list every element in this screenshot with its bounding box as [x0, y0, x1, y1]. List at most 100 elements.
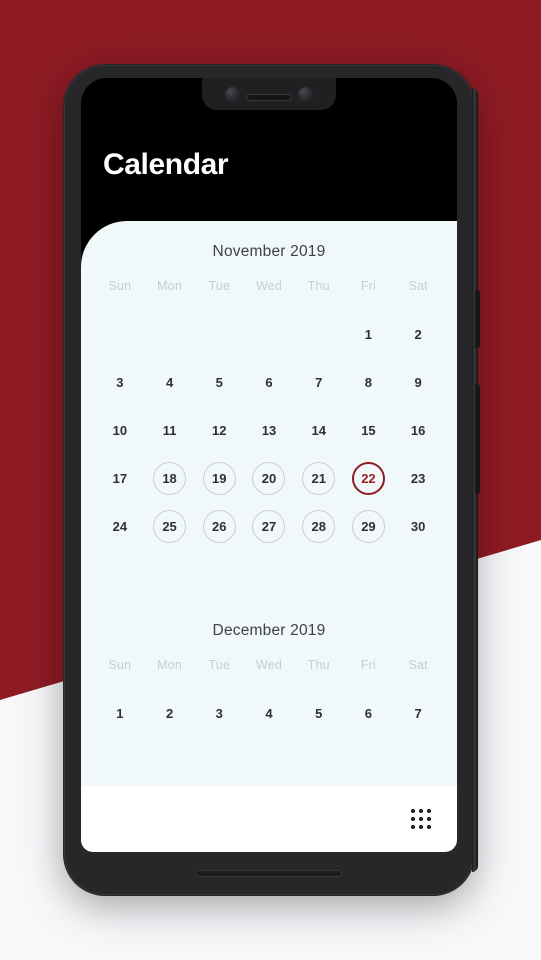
day-number[interactable]: 3	[103, 366, 136, 399]
day-number[interactable]: 29	[351, 509, 385, 543]
bottom-bar	[81, 786, 457, 852]
day-number[interactable]: 9	[402, 366, 435, 399]
day-number[interactable]: 23	[402, 462, 435, 495]
day-number[interactable]: 17	[103, 462, 136, 495]
day-cell[interactable]: 25	[145, 502, 195, 550]
weekday-header-fri: Fri	[360, 279, 377, 293]
month-title: December 2019	[212, 622, 326, 639]
day-cell[interactable]: 23	[393, 454, 443, 502]
day-number[interactable]: 25	[153, 509, 187, 543]
weekday-header-sat: Sat	[408, 658, 428, 672]
day-number[interactable]: 26	[202, 509, 236, 543]
day-number[interactable]: 19	[202, 461, 236, 495]
day-cell[interactable]: 3	[194, 689, 244, 737]
bottom-speaker-grille	[196, 870, 342, 877]
day-number[interactable]: 10	[103, 414, 136, 447]
phone-notch	[202, 78, 336, 110]
day-cell[interactable]: 2	[393, 310, 443, 358]
day-number[interactable]: 7	[302, 366, 335, 399]
day-cell[interactable]: 7	[294, 358, 344, 406]
day-cell[interactable]: 28	[294, 502, 344, 550]
day-number[interactable]: 1	[103, 697, 136, 730]
camera-icon	[298, 86, 313, 102]
day-number[interactable]: 20	[252, 461, 286, 495]
day-number[interactable]: 11	[153, 414, 186, 447]
month-block: November 2019 Sun Mon Tue Wed Thu Fri Sat 1 2 3 4 5 6…	[81, 243, 457, 550]
day-cell[interactable]: 26	[194, 502, 244, 550]
day-cell[interactable]: 4	[244, 689, 294, 737]
day-number[interactable]: 2	[402, 318, 435, 351]
day-cell-empty	[145, 310, 195, 358]
day-number[interactable]: 24	[103, 510, 136, 543]
volume-button[interactable]	[475, 384, 480, 494]
weekday-header-tue: Tue	[208, 279, 231, 293]
month-title: November 2019	[212, 243, 326, 260]
day-cell[interactable]: 24	[95, 502, 145, 550]
day-cell-empty	[294, 310, 344, 358]
day-cell[interactable]: 13	[244, 406, 294, 454]
day-number[interactable]: 6	[252, 366, 285, 399]
day-cell[interactable]: 6	[244, 358, 294, 406]
day-cell[interactable]: 16	[393, 406, 443, 454]
day-cell[interactable]: 5	[294, 689, 344, 737]
day-number[interactable]: 5	[302, 697, 335, 730]
day-cell[interactable]: 12	[194, 406, 244, 454]
day-number[interactable]: 1	[352, 318, 385, 351]
day-cell[interactable]: 9	[393, 358, 443, 406]
day-cell[interactable]: 6	[344, 689, 394, 737]
day-cell[interactable]: 18	[145, 454, 195, 502]
day-number[interactable]: 5	[203, 366, 236, 399]
weekday-header-wed: Wed	[255, 279, 283, 293]
day-cell[interactable]: 10	[95, 406, 145, 454]
day-number[interactable]: 14	[302, 414, 335, 447]
day-number[interactable]: 3	[203, 697, 236, 730]
day-cell[interactable]: 19	[194, 454, 244, 502]
day-number[interactable]: 16	[402, 414, 435, 447]
phone-mockup: Calendar November 2019 Sun Mon Tue Wed Thu Fri…	[63, 64, 480, 896]
day-cell[interactable]: 30	[393, 502, 443, 550]
weekday-header-sun: Sun	[108, 279, 132, 293]
day-number[interactable]: 28	[302, 509, 336, 543]
day-cell[interactable]: 14	[294, 406, 344, 454]
day-number[interactable]: 13	[252, 414, 285, 447]
day-cell[interactable]: 1	[344, 310, 394, 358]
day-cell[interactable]: 11	[145, 406, 195, 454]
calendar-grid: Sun Mon Tue Wed Thu Fri Sat 1 2 3 4 5 6 7	[81, 658, 457, 737]
day-cell[interactable]: 2	[145, 689, 195, 737]
day-cell[interactable]: 8	[344, 358, 394, 406]
day-cell-empty	[194, 310, 244, 358]
day-number[interactable]: 21	[302, 461, 336, 495]
day-number[interactable]: 6	[352, 697, 385, 730]
month-block: December 2019 Sun Mon Tue Wed Thu Fri Sat 1 2 3 4 5 6…	[81, 622, 457, 737]
day-cell[interactable]: 29	[344, 502, 394, 550]
selected-day[interactable]: 22	[351, 461, 385, 495]
power-button[interactable]	[475, 290, 480, 348]
day-cell[interactable]: 21	[294, 454, 344, 502]
day-cell[interactable]: 5	[194, 358, 244, 406]
day-number[interactable]: 12	[203, 414, 236, 447]
weekday-header-mon: Mon	[157, 658, 183, 672]
day-cell[interactable]: 1	[95, 689, 145, 737]
day-cell[interactable]: 27	[244, 502, 294, 550]
apps-grid-icon[interactable]	[411, 809, 431, 829]
day-cell[interactable]: 20	[244, 454, 294, 502]
weekday-header-sat: Sat	[408, 279, 428, 293]
day-number[interactable]: 8	[352, 366, 385, 399]
day-cell[interactable]: 7	[393, 689, 443, 737]
camera-icon	[225, 86, 240, 102]
day-cell[interactable]: 15	[344, 406, 394, 454]
day-number[interactable]: 27	[252, 509, 286, 543]
day-cell[interactable]: 3	[95, 358, 145, 406]
day-number[interactable]: 2	[153, 697, 186, 730]
calendar-card: November 2019 Sun Mon Tue Wed Thu Fri Sat 1 2 3 4 5 6…	[81, 221, 457, 806]
day-number[interactable]: 7	[402, 697, 435, 730]
day-cell[interactable]: 17	[95, 454, 145, 502]
day-number[interactable]: 18	[153, 461, 187, 495]
day-cell[interactable]: 22	[344, 454, 394, 502]
day-number[interactable]: 4	[252, 697, 285, 730]
day-number[interactable]: 4	[153, 366, 186, 399]
day-number[interactable]: 30	[402, 510, 435, 543]
day-number[interactable]: 15	[352, 414, 385, 447]
day-cell[interactable]: 4	[145, 358, 195, 406]
weekday-header-thu: Thu	[307, 279, 330, 293]
